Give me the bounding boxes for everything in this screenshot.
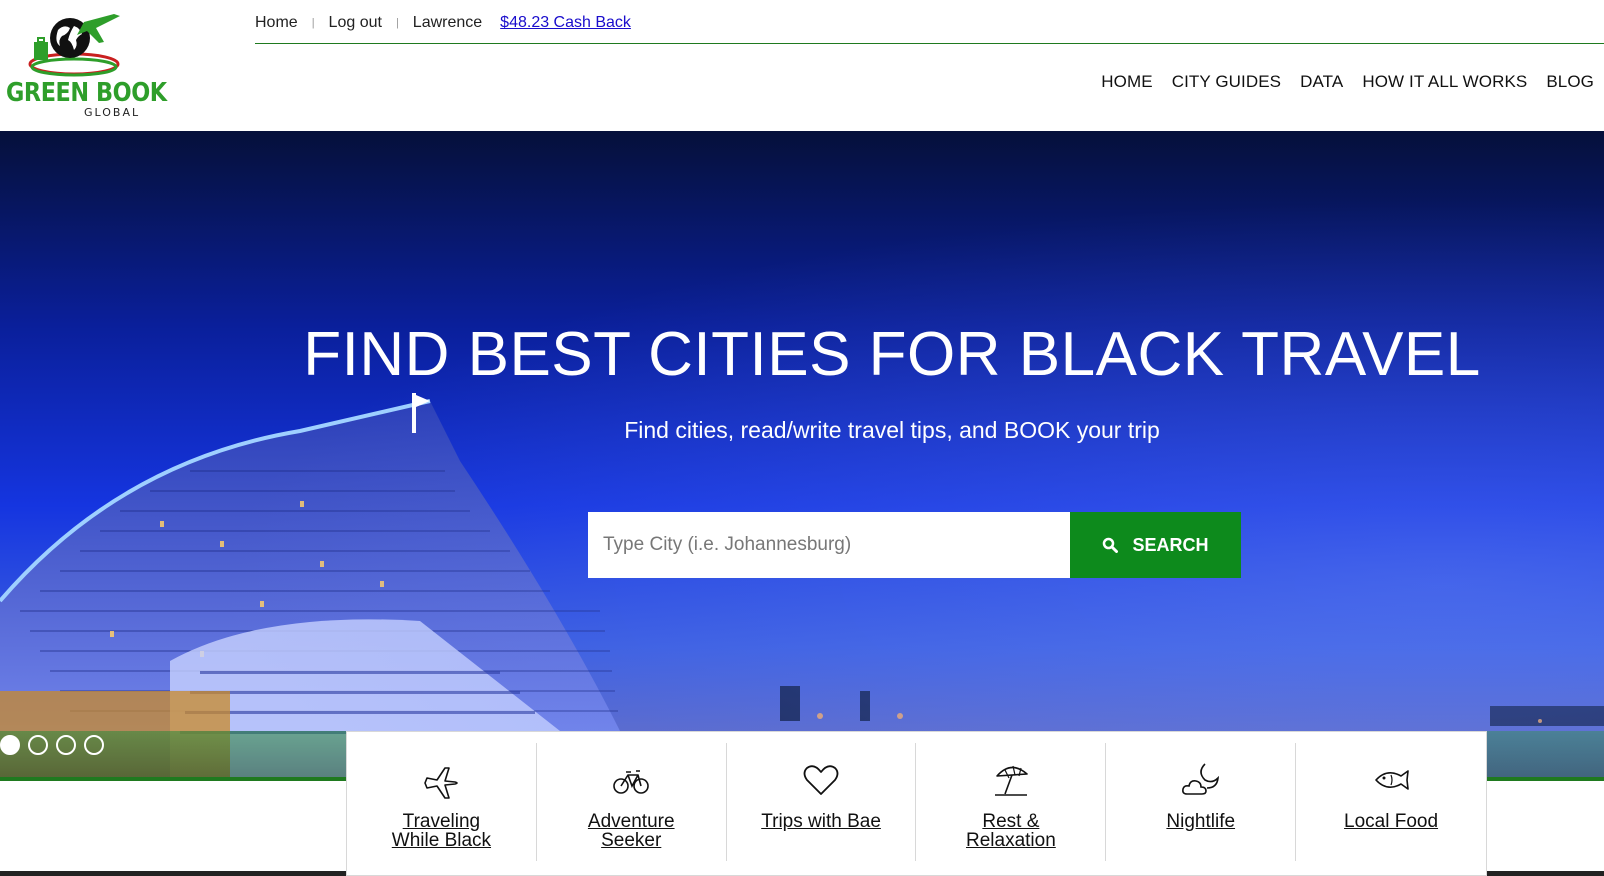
carousel-dot-4[interactable]: [84, 735, 104, 755]
home-link[interactable]: Home: [255, 14, 298, 32]
bicycle-icon: [613, 770, 650, 794]
nav-blog[interactable]: BLOG: [1546, 72, 1594, 92]
airplane-icon: [424, 767, 459, 799]
separator: |: [311, 17, 315, 29]
nav-city-guides[interactable]: CITY GUIDES: [1172, 72, 1281, 92]
cashback-link[interactable]: $48.23 Cash Back: [500, 14, 631, 32]
travel-category-bar: Traveling While Black Adventure Seeker T…: [346, 731, 1487, 876]
category-local-food[interactable]: Local Food: [1296, 743, 1486, 861]
globe-plane-icon: [28, 14, 120, 77]
carousel-dot-2[interactable]: [28, 735, 48, 755]
hero-title: FIND BEST CITIES FOR BLACK TRAVEL: [303, 320, 1481, 389]
category-adventure-seeker[interactable]: Adventure Seeker: [537, 743, 727, 861]
logo-wordmark: GREEN BOOK: [6, 78, 167, 108]
logo-subtitle: GLOBAL: [84, 106, 141, 119]
nav-data[interactable]: DATA: [1300, 72, 1343, 92]
category-label: Nightlife: [1166, 811, 1236, 832]
category-rest-relaxation[interactable]: Rest & Relaxation: [916, 743, 1107, 861]
city-search-input[interactable]: [588, 512, 1070, 578]
search-icon: [1103, 537, 1119, 553]
category-trips-with-bae[interactable]: Trips with Bae: [727, 743, 917, 861]
hero-subtitle: Find cities, read/write travel tips, and…: [624, 417, 1160, 443]
separator: |: [395, 17, 399, 29]
green-book-global-logo[interactable]: GREEN BOOK GLOBAL: [4, 12, 167, 120]
beach-umbrella-icon: [994, 765, 1028, 796]
category-label: Rest & Relaxation: [966, 811, 1056, 851]
carousel-dot-1[interactable]: [0, 735, 20, 755]
category-label: Traveling While Black: [391, 811, 492, 851]
category-label: Adventure Seeker: [587, 811, 675, 851]
category-traveling-while-black[interactable]: Traveling While Black: [347, 743, 537, 861]
header-divider: [255, 43, 1604, 44]
city-search-form: SEARCH: [588, 512, 1241, 578]
main-nav: HOME CITY GUIDES DATA HOW IT ALL WORKS B…: [1101, 72, 1594, 92]
category-label: Trips with Bae: [761, 811, 881, 832]
category-label: Local Food: [1344, 811, 1439, 832]
carousel-dot-3[interactable]: [56, 735, 76, 755]
search-button[interactable]: SEARCH: [1070, 512, 1241, 578]
utility-bar: Home | Log out | Lawrence $48.23 Cash Ba…: [255, 12, 631, 34]
hotel-skyline-image: [0, 393, 1604, 777]
search-button-label: SEARCH: [1132, 534, 1209, 555]
carousel-pagination: [0, 735, 104, 755]
site-header: GREEN BOOK GLOBAL Home | Log out | Lawre…: [0, 0, 1604, 131]
nav-home[interactable]: HOME: [1101, 72, 1152, 92]
fish-icon: [1375, 770, 1409, 790]
logout-link[interactable]: Log out: [329, 14, 382, 32]
hero-banner: FIND BEST CITIES FOR BLACK TRAVEL Find c…: [0, 131, 1604, 777]
heart-icon: [803, 765, 839, 795]
user-profile-link[interactable]: Lawrence: [413, 14, 482, 32]
category-nightlife[interactable]: Nightlife: [1106, 743, 1297, 861]
moon-cloud-icon: [1181, 763, 1219, 795]
nav-how-it-all-works[interactable]: HOW IT ALL WORKS: [1362, 72, 1527, 92]
